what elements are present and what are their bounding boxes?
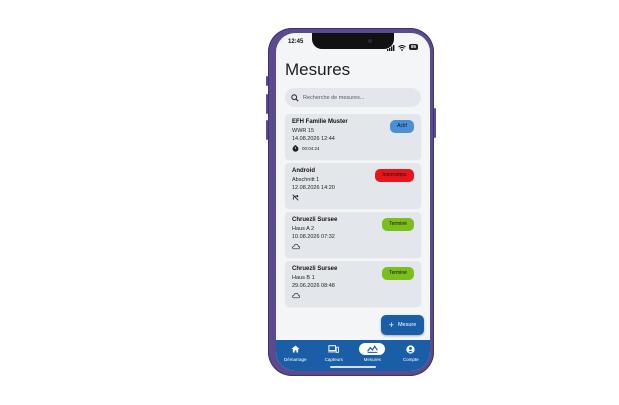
measurement-name: EFH Familie Muster [292, 119, 348, 125]
status-badge: Actif [390, 120, 414, 133]
notch [312, 33, 394, 49]
battery-icon: 85 [408, 44, 418, 50]
measurement-card[interactable]: Android Abschnitt 1 12.08.2026 14:20 Int… [285, 163, 421, 208]
measurement-location: WWR 15 [292, 128, 314, 134]
measurement-location: Haus B 1 [292, 275, 315, 281]
status-badge: Terminé [382, 267, 414, 280]
nav-item-account[interactable]: Compte [393, 343, 429, 362]
nav-label: Démarrage [283, 357, 307, 362]
measurement-card[interactable]: Chruezli Sursee Haus A 2 10.08.2026 07:3… [285, 212, 421, 257]
page-title: Mesures [285, 60, 351, 79]
account-icon [406, 344, 415, 354]
app-screen: 12:45 85 Mesures Recherche de mesures...… [276, 33, 430, 371]
nav-label: Capteurs [324, 357, 343, 362]
nav-label: Compte [402, 357, 419, 362]
no-sync-icon [292, 194, 299, 201]
measurement-date: 10.08.2026 07:32 [292, 234, 335, 240]
search-input[interactable]: Recherche de mesures... [285, 88, 421, 107]
status-badge: Interrompu [375, 169, 414, 182]
nav-item-measurements[interactable]: Mesures [354, 343, 390, 362]
measurement-name: Android [292, 168, 315, 174]
measurement-date: 29.06.2026 08:48 [292, 283, 335, 289]
wifi-icon [398, 38, 406, 56]
search-placeholder: Recherche de mesures... [303, 94, 365, 101]
elapsed-time: 00:04:24 [302, 146, 320, 151]
nav-item-home[interactable]: Démarrage [277, 343, 313, 362]
measurement-date: 12.08.2026 14:20 [292, 185, 335, 191]
measurement-card[interactable]: EFH Familie Muster WWR 15 14.08.2026 12:… [285, 114, 421, 159]
measurement-card[interactable]: Chruezli Sursee Haus B 1 29.06.2026 08:4… [285, 261, 421, 306]
signal-icon [386, 38, 395, 56]
nav-item-sensors[interactable]: Capteurs [316, 343, 352, 362]
measurement-name: Chruezli Sursee [292, 217, 338, 223]
nav-label: Mesures [363, 357, 381, 362]
cloud-icon [292, 243, 300, 250]
add-measurement-label: Mesure [397, 322, 417, 328]
measurement-name: Chruezli Sursee [292, 266, 338, 272]
measurement-location: Abschnitt 1 [292, 177, 320, 183]
plus-icon: + [388, 319, 394, 330]
measurement-date: 14.08.2026 12:44 [292, 136, 335, 142]
devices-icon [328, 345, 340, 353]
status-icons: 85 [386, 38, 418, 56]
home-icon [291, 345, 300, 353]
search-icon [291, 93, 299, 102]
cloud-icon [292, 292, 300, 299]
measurement-location: Haus A 2 [292, 226, 315, 232]
timer-icon [292, 145, 299, 152]
add-measurement-button[interactable]: + Mesure [381, 315, 424, 335]
status-badge: Terminé [382, 218, 414, 231]
home-indicator [330, 366, 376, 368]
status-time: 12:45 [288, 39, 304, 45]
chart-icon [366, 345, 378, 353]
